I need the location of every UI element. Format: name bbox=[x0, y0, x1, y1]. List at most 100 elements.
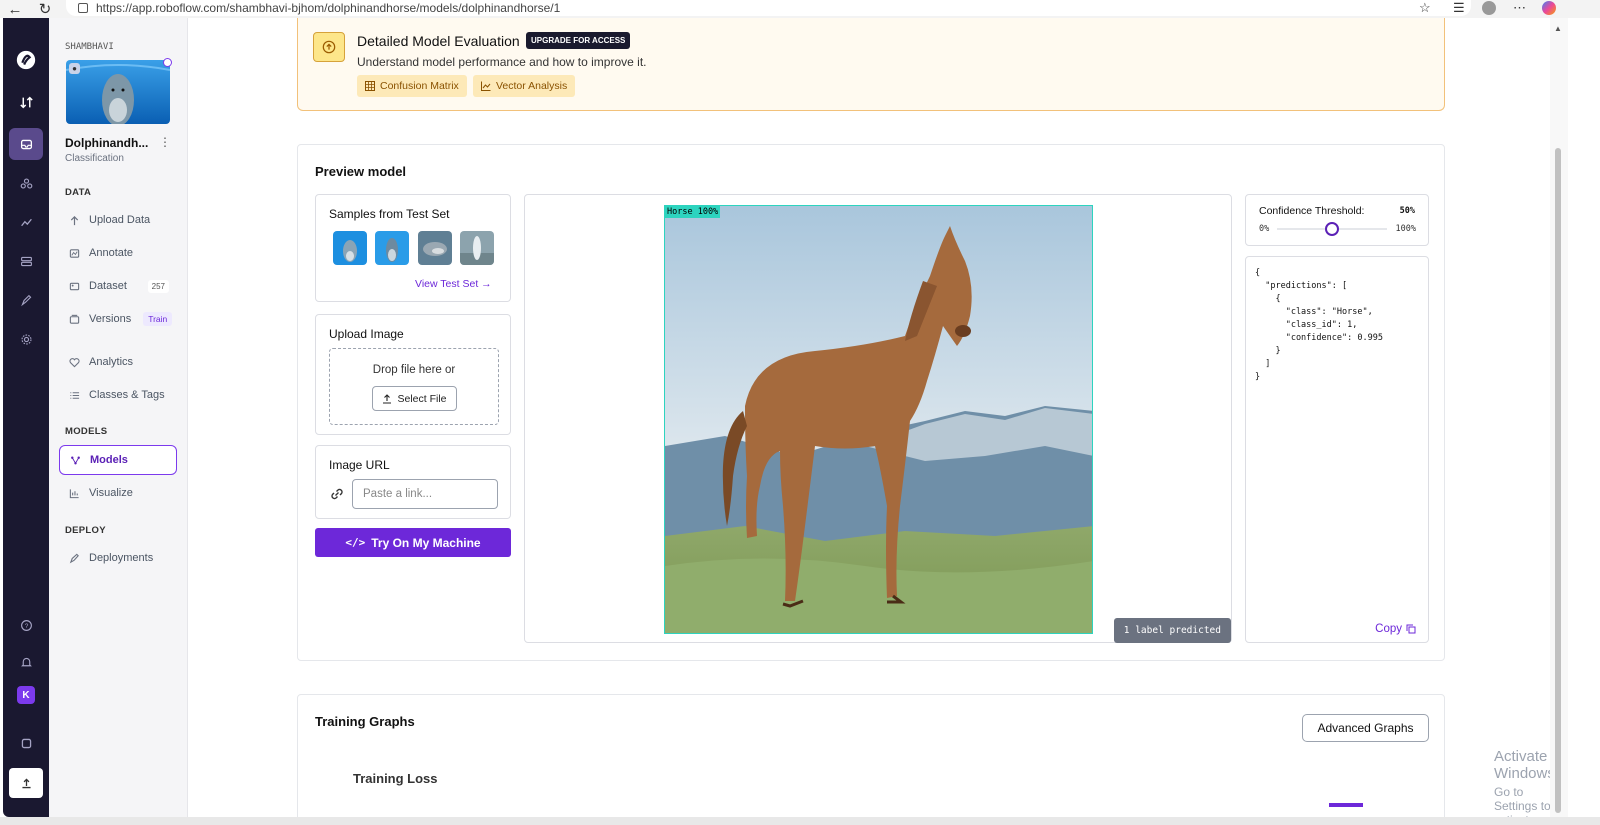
sample-thumbnail[interactable] bbox=[418, 231, 452, 265]
workspace-name: SHAMBHAVI bbox=[65, 42, 114, 52]
user-avatar[interactable]: K bbox=[17, 686, 35, 704]
try-on-my-machine-button[interactable]: </> Try On My Machine bbox=[315, 528, 511, 557]
confidence-min: 0% bbox=[1259, 224, 1270, 234]
image-url-title: Image URL bbox=[329, 458, 390, 472]
address-bar[interactable]: https://app.roboflow.com/shambhavi-bjhom… bbox=[66, 0, 1471, 16]
image-url-input[interactable] bbox=[352, 479, 498, 509]
project-sidebar: SHAMBHAVI ● Dolphinandh... ⋮ Classificat… bbox=[49, 18, 188, 817]
favorites-icon[interactable]: ☰ bbox=[1453, 0, 1465, 16]
sidebar-item-dataset[interactable]: Dataset 257 bbox=[59, 272, 177, 300]
upload-arrow-icon bbox=[69, 215, 80, 226]
json-output[interactable]: { "predictions": [ { "class": "Horse", "… bbox=[1255, 267, 1383, 384]
images-icon bbox=[69, 281, 80, 292]
docs-icon[interactable] bbox=[14, 731, 38, 755]
sample-thumbnail[interactable] bbox=[460, 231, 494, 265]
confidence-value: 50% bbox=[1399, 206, 1415, 216]
view-test-set-link[interactable]: View Test Set → bbox=[415, 278, 492, 290]
rocket-icon bbox=[69, 553, 80, 564]
drop-zone[interactable]: Drop file here or Select File bbox=[329, 348, 499, 425]
browser-toolbar: ← ↻ https://app.roboflow.com/shambhavi-b… bbox=[0, 0, 1600, 18]
upgrade-badge[interactable]: UPGRADE FOR ACCESS bbox=[526, 32, 631, 49]
preview-model-card: Preview model Samples from Test Set View… bbox=[297, 144, 1445, 661]
sidebar-item-versions[interactable]: Versions Train bbox=[59, 305, 177, 333]
svg-text:?: ? bbox=[24, 622, 28, 629]
dataset-count-badge: 257 bbox=[147, 279, 169, 293]
samples-title: Samples from Test Set bbox=[329, 207, 450, 221]
image-url-panel: Image URL bbox=[315, 445, 511, 519]
banner-title: Detailed Model Evaluation bbox=[357, 33, 520, 49]
training-graphs-card: Training Graphs Advanced Graphs Training… bbox=[297, 694, 1445, 817]
back-icon[interactable]: ← bbox=[6, 0, 24, 18]
advanced-graphs-button[interactable]: Advanced Graphs bbox=[1302, 714, 1429, 742]
banner-subtitle: Understand model performance and how to … bbox=[357, 55, 647, 69]
settings-gear-icon[interactable] bbox=[14, 327, 38, 351]
star-icon[interactable]: ☆ bbox=[1419, 0, 1431, 16]
sample-thumbnail[interactable] bbox=[333, 231, 367, 265]
vector-analysis-chip[interactable]: Vector Analysis bbox=[473, 75, 576, 97]
page-scrollbar[interactable]: ▲ bbox=[1550, 18, 1568, 817]
url-text: https://app.roboflow.com/shambhavi-bjhom… bbox=[96, 1, 561, 15]
sidebar-item-visualize[interactable]: Visualize bbox=[59, 479, 177, 507]
universe-icon[interactable] bbox=[14, 171, 38, 195]
chart-icon bbox=[69, 488, 80, 499]
confusion-matrix-chip[interactable]: Confusion Matrix bbox=[357, 75, 467, 97]
prediction-tag: Horse 100% bbox=[665, 206, 721, 218]
line-chart-icon bbox=[481, 81, 491, 91]
sidebar-item-models[interactable]: Models bbox=[59, 445, 177, 475]
confidence-label: Confidence Threshold: bbox=[1259, 205, 1365, 217]
upload-title: Upload Image bbox=[329, 327, 404, 341]
upload-icon[interactable] bbox=[9, 768, 43, 798]
prediction-image-panel: Horse 100% 1 label predicted bbox=[524, 194, 1232, 643]
project-thumbnail[interactable]: ● bbox=[66, 60, 170, 124]
drop-text: Drop file here or bbox=[372, 364, 456, 376]
section-data: DATA bbox=[65, 187, 92, 198]
taskbar-edge bbox=[0, 817, 1600, 825]
projects-icon[interactable] bbox=[9, 128, 43, 160]
copilot-icon[interactable] bbox=[1542, 0, 1556, 16]
notification-bell-icon[interactable] bbox=[14, 650, 38, 674]
versions-icon bbox=[69, 314, 80, 325]
transfer-icon[interactable] bbox=[14, 90, 38, 114]
confidence-max: 100% bbox=[1395, 224, 1416, 234]
deploy-rocket-icon[interactable] bbox=[14, 288, 38, 312]
roboflow-logo-icon[interactable] bbox=[14, 48, 38, 72]
upload-tray-icon bbox=[383, 393, 392, 404]
sidebar-item-annotate[interactable]: Annotate bbox=[59, 239, 177, 267]
sidebar-item-analytics[interactable]: Analytics bbox=[59, 348, 177, 376]
app-rail: ? K bbox=[3, 18, 49, 817]
models-graph-icon bbox=[70, 455, 81, 466]
reload-icon[interactable]: ↻ bbox=[36, 0, 54, 18]
list-icon bbox=[69, 390, 80, 401]
more-icon[interactable]: ⋯ bbox=[1513, 0, 1526, 16]
sample-thumbnail[interactable] bbox=[375, 231, 409, 265]
monitoring-icon[interactable] bbox=[14, 210, 38, 234]
section-models: MODELS bbox=[65, 426, 108, 437]
code-icon: </> bbox=[345, 536, 366, 549]
horse-photo: Horse 100% bbox=[664, 205, 1093, 634]
project-type: Classification bbox=[65, 153, 124, 164]
scroll-up-icon[interactable]: ▲ bbox=[1554, 24, 1562, 33]
sidebar-item-classes-tags[interactable]: Classes & Tags bbox=[59, 381, 177, 409]
section-deploy: DEPLOY bbox=[65, 525, 106, 536]
train-badge[interactable]: Train bbox=[143, 312, 173, 326]
upload-image-panel: Upload Image Drop file here or Select Fi… bbox=[315, 314, 511, 435]
windows-activation-watermark: Activate Windows Go to Settings to activ… bbox=[1494, 748, 1550, 817]
grid-icon bbox=[365, 81, 375, 91]
project-menu-icon[interactable]: ⋮ bbox=[159, 135, 171, 149]
scrollbar-thumb[interactable] bbox=[1555, 148, 1561, 813]
project-name[interactable]: Dolphinandh... bbox=[65, 136, 148, 150]
help-icon[interactable]: ? bbox=[14, 613, 38, 637]
annotate-icon bbox=[69, 248, 80, 259]
sidebar-item-deployments[interactable]: Deployments bbox=[59, 544, 177, 572]
training-loss-title: Training Loss bbox=[353, 771, 438, 786]
select-file-button[interactable]: Select File bbox=[372, 386, 457, 411]
confidence-threshold-panel: Confidence Threshold: 50% 0% 100% bbox=[1245, 194, 1429, 246]
copy-button[interactable]: Copy bbox=[1375, 623, 1416, 635]
sidebar-item-upload-data[interactable]: Upload Data bbox=[59, 206, 177, 234]
public-globe-icon: ● bbox=[69, 63, 80, 74]
confidence-slider-handle[interactable] bbox=[1325, 222, 1339, 236]
preview-title: Preview model bbox=[315, 164, 407, 179]
profile-avatar-icon[interactable] bbox=[1482, 0, 1496, 16]
site-info-icon[interactable] bbox=[78, 3, 88, 13]
storage-icon[interactable] bbox=[14, 249, 38, 273]
